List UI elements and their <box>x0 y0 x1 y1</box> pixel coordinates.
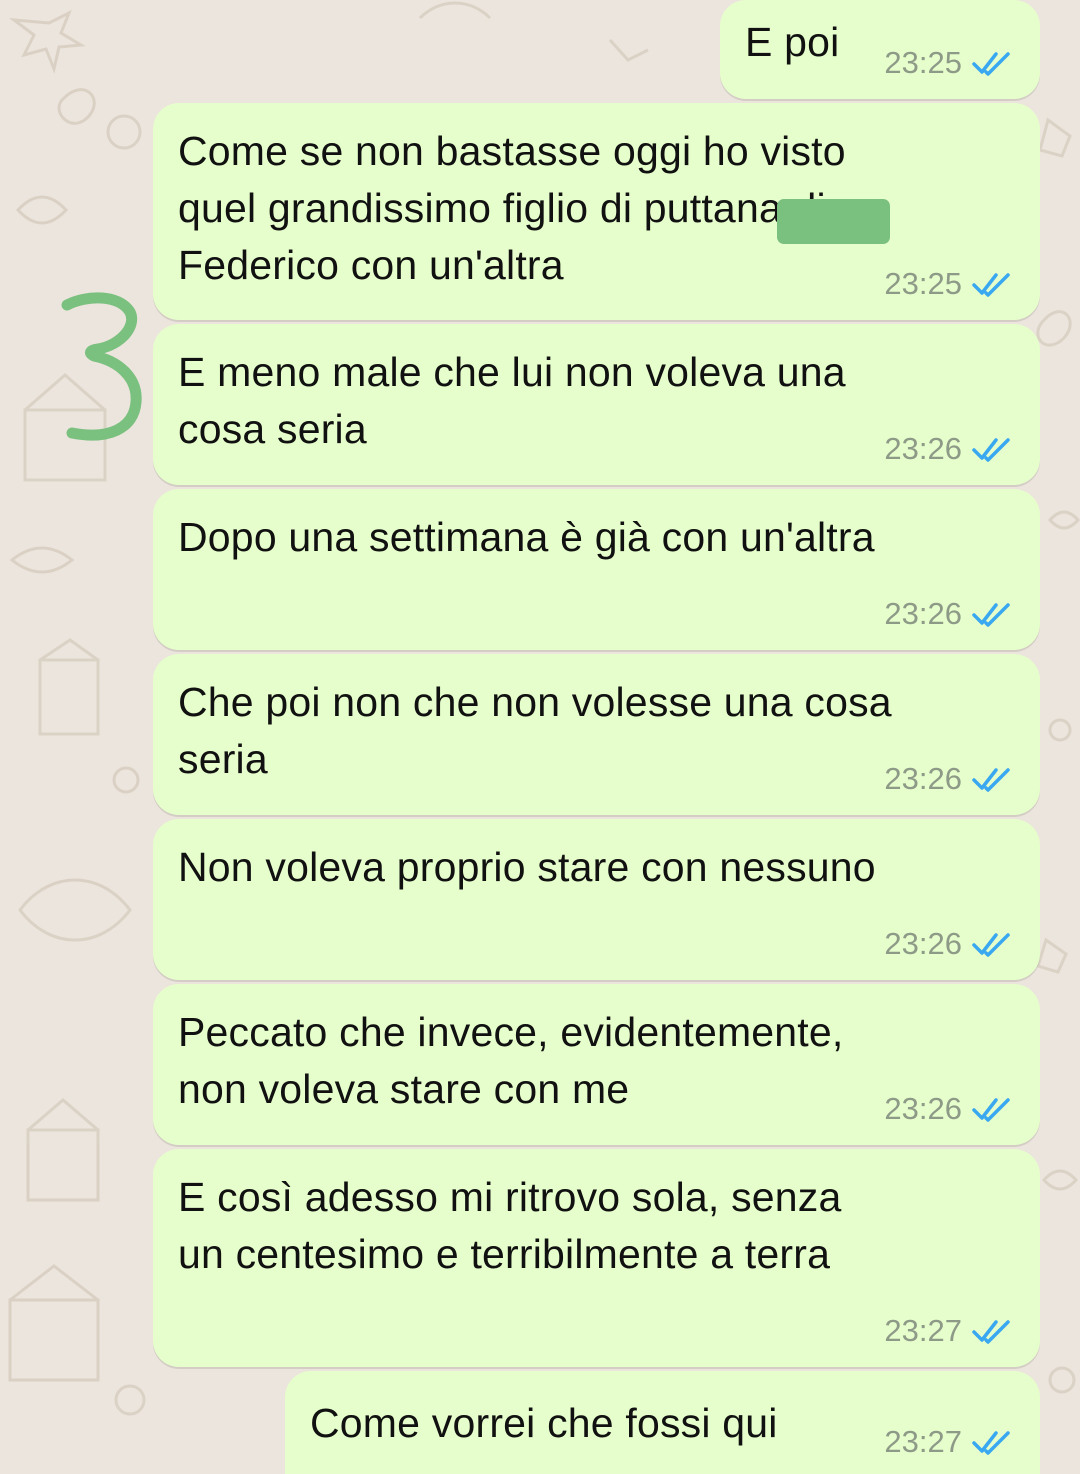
double-check-icon <box>972 273 1010 297</box>
handwritten-number-marker <box>61 292 142 441</box>
message-time: 23:26 <box>884 1091 962 1126</box>
double-check-icon <box>972 933 1010 957</box>
message-text: Che poi non che non volesse una cosa ser… <box>178 679 892 782</box>
message-meta: 23:27 <box>884 1313 1016 1349</box>
message-bubble-2[interactable]: Come se non bastasse oggi ho visto quel … <box>153 103 1040 320</box>
message-bubble-9[interactable]: Come vorrei che fossi qui 23:27 <box>285 1371 1040 1474</box>
double-check-icon <box>972 603 1010 627</box>
message-time: 23:26 <box>884 596 962 631</box>
message-meta: 23:26 <box>884 431 1016 467</box>
message-meta: 23:26 <box>884 596 1016 632</box>
message-meta: 23:26 <box>884 761 1016 797</box>
message-bubble-6[interactable]: Non voleva proprio stare con nessuno 23:… <box>153 819 1040 980</box>
message-time: 23:27 <box>884 1424 962 1459</box>
message-meta: 23:25 <box>884 45 1016 81</box>
message-meta: 23:25 <box>884 266 1016 302</box>
double-check-icon <box>972 1320 1010 1344</box>
message-time: 23:26 <box>884 926 962 961</box>
message-bubble-7[interactable]: Peccato che invece, evidentemente, non v… <box>153 984 1040 1145</box>
message-bubble-1[interactable]: E poi 23:25 <box>720 0 1040 99</box>
double-check-icon <box>972 1431 1010 1455</box>
double-check-icon <box>972 438 1010 462</box>
message-time: 23:27 <box>884 1313 962 1348</box>
double-check-icon <box>972 768 1010 792</box>
message-meta: 23:27 <box>884 1424 1016 1460</box>
double-check-icon <box>972 52 1010 76</box>
chat-thread: E poi 23:25 Come se non bastasse oggi ho… <box>0 0 1080 1474</box>
message-meta: 23:26 <box>884 926 1016 962</box>
message-time: 23:25 <box>884 266 962 301</box>
message-bubble-5[interactable]: Che poi non che non volesse una cosa ser… <box>153 654 1040 815</box>
message-text: Non voleva proprio stare con nessuno <box>178 844 876 890</box>
message-text: Dopo una settimana è già con un'altra <box>178 514 875 560</box>
message-meta: 23:26 <box>884 1091 1016 1127</box>
message-bubble-3[interactable]: E meno male che lui non voleva una cosa … <box>153 324 1040 485</box>
message-text: E meno male che lui non voleva una cosa … <box>178 349 846 452</box>
message-text: E così adesso mi ritrovo sola, senza un … <box>178 1174 842 1277</box>
redaction-marker <box>777 199 890 244</box>
message-bubble-4[interactable]: Dopo una settimana è già con un'altra 23… <box>153 489 1040 650</box>
message-bubble-8[interactable]: E così adesso mi ritrovo sola, senza un … <box>153 1149 1040 1367</box>
message-time: 23:26 <box>884 431 962 466</box>
message-time: 23:25 <box>884 45 962 80</box>
message-time: 23:26 <box>884 761 962 796</box>
message-text: Peccato che invece, evidentemente, non v… <box>178 1009 844 1112</box>
double-check-icon <box>972 1098 1010 1122</box>
